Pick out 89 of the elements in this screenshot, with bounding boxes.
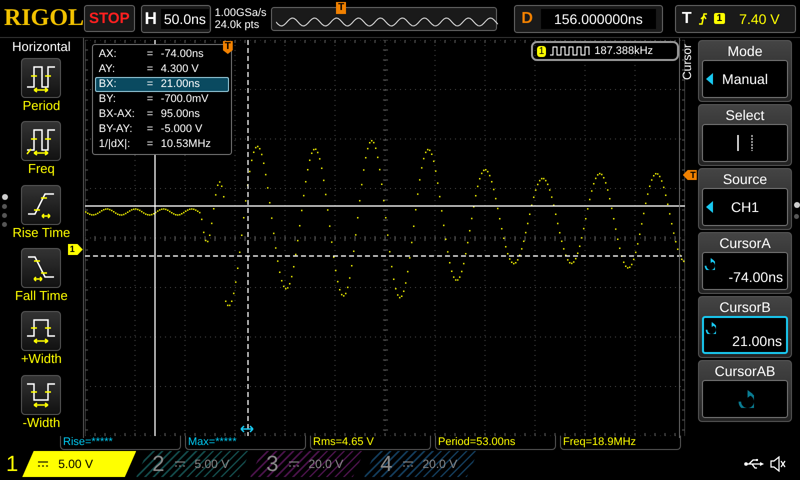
readout-value: 21.00ns <box>160 78 201 91</box>
readout-label: AX: <box>98 48 118 61</box>
left-triangle-icon <box>706 73 713 85</box>
equals-sign: = <box>146 63 154 76</box>
menu-title: Horizontal <box>12 38 71 56</box>
dc-coupling-icon <box>38 461 48 467</box>
softkey-button[interactable]: Source CH1 <box>698 168 792 230</box>
measure-button[interactable]: Rise Time <box>12 184 70 248</box>
delay-value: 156.000000ns <box>540 8 656 28</box>
period-icon <box>21 58 62 98</box>
readout-value: 10.53MHz <box>160 138 212 151</box>
softkey-button[interactable]: Select <box>698 104 792 166</box>
readout-value: -5.000 V <box>160 123 204 136</box>
measurement-value: Rise=***** <box>60 436 181 450</box>
softkey-button[interactable]: CursorB 21.00ns <box>698 296 792 358</box>
timebase-box[interactable]: H 50.0ns <box>140 4 211 32</box>
measurement-value: Max=***** <box>185 436 306 450</box>
rising-edge-icon <box>698 12 708 26</box>
measure-button[interactable]: Fall Time <box>15 248 68 312</box>
cursor-line[interactable] <box>247 40 248 436</box>
equals-sign: = <box>146 108 154 121</box>
trigger-box[interactable]: T 1 7.40 V <box>674 4 796 32</box>
horizontal-label: H <box>144 8 157 28</box>
dc-coupling-icon <box>288 461 298 467</box>
positive-width-icon <box>21 311 62 352</box>
readout-label: BY: <box>98 93 117 106</box>
cursor-arrow-icon <box>240 424 254 434</box>
negative-width-icon <box>21 374 62 415</box>
pulse-train-icon <box>550 46 590 56</box>
readout-value: -700.0mV <box>160 93 210 106</box>
counter-channel: 1 <box>536 46 546 56</box>
readout-value: 4.300 V <box>160 63 200 76</box>
channel-marker: 1 <box>68 244 83 255</box>
delay-label: D <box>521 10 533 28</box>
delay-box[interactable]: D 156.000000ns <box>514 4 663 32</box>
rotate-knob-icon <box>736 390 754 408</box>
trigger-level: 7.40 V <box>739 10 780 26</box>
readout-value: -74.00ns <box>160 48 205 61</box>
measurement-value: Rms=4.65 V <box>310 436 431 450</box>
left-triangle-icon <box>706 201 713 213</box>
cursor-line[interactable] <box>84 255 685 257</box>
counter-value: 187.388kHz <box>594 45 654 57</box>
mute-icon <box>770 456 786 472</box>
measure-button[interactable]: Freq <box>21 121 62 185</box>
softkey-button[interactable]: CursorA -74.00ns <box>698 232 792 294</box>
channel-tab[interactable]: 2 5.00 V <box>136 451 250 477</box>
usb-icon <box>744 459 764 469</box>
option-value: Manual <box>722 71 768 87</box>
memory-depth: 24.0k pts <box>214 18 260 30</box>
frequency-icon <box>21 121 62 162</box>
rotate-knob-icon <box>703 258 715 270</box>
rise-time-icon <box>21 184 62 225</box>
readout-label: BX: <box>98 78 118 91</box>
measure-button[interactable]: -Width <box>21 374 62 438</box>
menu-tab-label: Cursor <box>680 44 694 80</box>
readout-label: AY: <box>98 63 116 76</box>
rotate-knob-icon <box>704 322 716 334</box>
trigger-level-marker: T <box>682 170 697 180</box>
trigger-label: T <box>682 10 692 28</box>
measure-button[interactable]: +Width <box>20 311 62 375</box>
trigger-source: 1 <box>714 13 726 24</box>
equals-sign: = <box>146 93 154 106</box>
fall-time-icon <box>21 248 62 288</box>
measurement-value: Freq=18.9MHz <box>560 436 681 450</box>
readout-label: BX-AX: <box>98 108 136 121</box>
measure-button[interactable]: Period <box>21 58 62 122</box>
dc-coupling-icon <box>402 461 412 467</box>
dc-coupling-icon <box>174 461 184 467</box>
measurement-value: Period=53.00ns <box>435 436 556 450</box>
trigger-position-marker: T <box>336 2 346 14</box>
equals-sign: = <box>146 78 154 91</box>
sample-rate: 1.00GSa/s <box>214 6 268 18</box>
readout-label: BY-AY: <box>98 123 134 136</box>
softkey-button[interactable]: CursorAB <box>698 360 792 422</box>
softkey-button[interactable]: Mode Manual <box>698 40 792 102</box>
channel-tab[interactable]: 5.00 V <box>22 451 136 477</box>
cursor-value: -74.00ns <box>728 270 784 284</box>
equals-sign: = <box>146 48 154 61</box>
cursor-line[interactable] <box>84 205 685 207</box>
equals-sign: = <box>146 138 154 151</box>
channel-number: 1 <box>5 451 20 477</box>
equals-sign: = <box>146 123 154 136</box>
run-stop-button[interactable]: STOP <box>84 5 135 32</box>
option-value: CH1 <box>730 199 759 215</box>
timebase-value: 50.0ns <box>160 8 209 28</box>
cursor-value: 21.00ns <box>731 334 783 348</box>
readout-label: 1/|dX|: <box>98 138 132 151</box>
readout-value: 95.00ns <box>160 108 201 121</box>
channel-tab[interactable]: 3 20.0 V <box>250 451 364 477</box>
